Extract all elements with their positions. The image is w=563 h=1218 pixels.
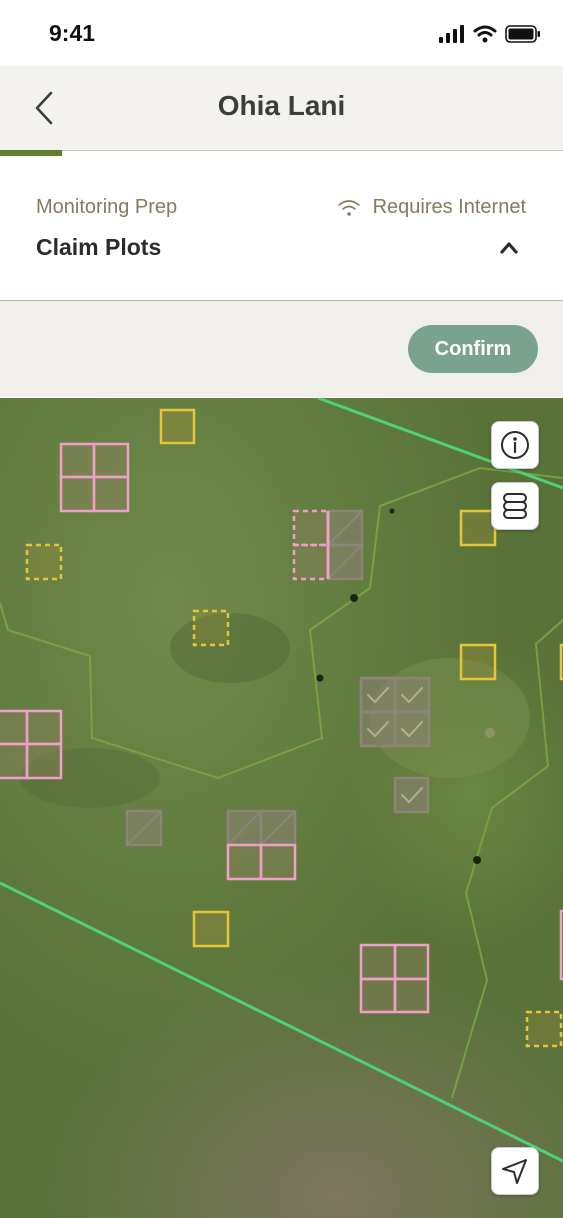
map-view[interactable] (0, 398, 563, 1218)
status-time: 9:41 (49, 20, 96, 46)
plot-unclaimed[interactable] (159, 408, 196, 445)
plot-claimed-group[interactable] (0, 709, 63, 780)
plot-claimed-group[interactable] (359, 943, 430, 1014)
confirm-button[interactable]: Confirm (408, 325, 538, 373)
satellite-map[interactable] (0, 398, 563, 1218)
locate-button[interactable] (491, 1147, 539, 1195)
internet-note: Requires Internet (337, 196, 526, 219)
plot-unclaimed-dashed[interactable] (25, 543, 63, 581)
map-marker-dot (389, 508, 395, 514)
layers-icon (503, 493, 527, 519)
chevron-up-icon[interactable] (499, 240, 519, 256)
plot-unclaimed[interactable] (459, 509, 497, 547)
plot-unclaimed-dashed[interactable] (525, 1010, 563, 1048)
plot-mixed-group[interactable] (226, 809, 297, 881)
plot-completed-group[interactable] (359, 676, 431, 748)
plot-completed[interactable] (393, 776, 430, 814)
plot-mixed-group[interactable] (292, 509, 364, 581)
signal-icon (439, 25, 464, 43)
map-marker-dot (473, 856, 481, 864)
wifi-icon (337, 199, 360, 216)
info-icon (501, 431, 529, 459)
plot-unclaimed[interactable] (192, 910, 230, 948)
navigation-arrow-icon (502, 1159, 527, 1184)
plot-unclaimed[interactable] (459, 643, 497, 681)
layers-button[interactable] (491, 482, 539, 530)
status-bar: 9:41 (0, 0, 563, 66)
step-label: Monitoring Prep (36, 196, 178, 218)
step-title: Claim Plots (36, 234, 162, 260)
map-terrain-patch (200, 548, 563, 998)
terrain-shadow (170, 613, 290, 683)
step-panel: Monitoring Prep Requires Internet Claim … (0, 156, 563, 301)
header: Ohia Lani (0, 66, 563, 151)
info-button[interactable] (491, 421, 539, 469)
map-marker-dot (485, 728, 495, 738)
page-title: Ohia Lani (217, 90, 346, 121)
map-marker-dot (350, 594, 358, 602)
battery-icon (505, 25, 540, 43)
plot-claimed-group[interactable] (59, 442, 130, 513)
status-icons (439, 22, 541, 46)
wifi-status-icon (473, 25, 497, 43)
plot-unclaimed-dashed[interactable] (192, 609, 230, 647)
map-marker-dot (316, 674, 324, 682)
action-bar: Confirm (0, 301, 563, 397)
internet-note-label: Requires Internet (372, 196, 526, 218)
